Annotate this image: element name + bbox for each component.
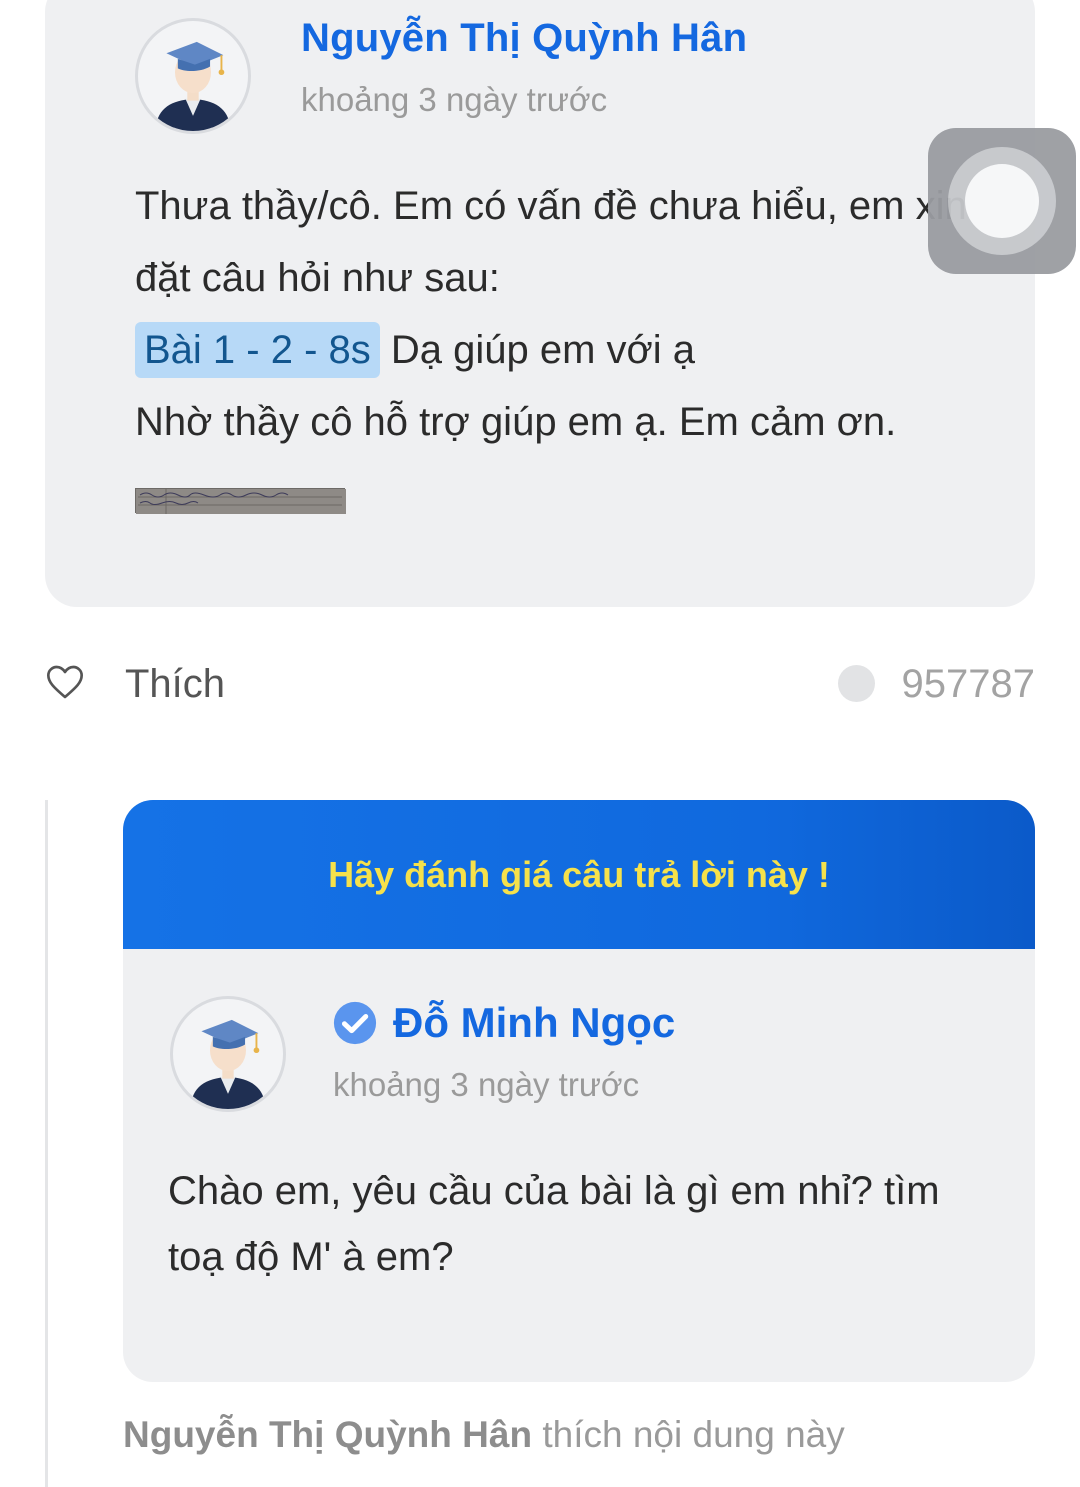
rate-answer-banner[interactable]: Hãy đánh giá câu trả lời này !	[123, 800, 1035, 949]
handwritten-image	[136, 489, 346, 514]
graduate-avatar-icon	[155, 41, 231, 131]
avatar[interactable]	[135, 18, 251, 134]
graduate-avatar-icon	[190, 1019, 266, 1109]
question-body: Thưa thầy/cô. Em có vấn đề chưa hiểu, em…	[135, 170, 995, 458]
answer-card: Hãy đánh giá câu trả lời này ! Đỗ Minh N…	[123, 800, 1035, 1382]
question-line: Nhờ thầy cô hỗ trợ giúp em ạ. Em cảm ơn.	[135, 400, 897, 444]
question-timestamp: khoảng 3 ngày trước	[301, 81, 608, 118]
attachment-image[interactable]	[135, 488, 346, 514]
lesson-tag[interactable]: Bài 1 - 2 - 8s	[135, 322, 380, 378]
heart-icon[interactable]	[45, 662, 85, 702]
liked-by-name[interactable]: Nguyễn Thị Quỳnh Hân	[123, 1414, 532, 1455]
question-author[interactable]: Nguyễn Thị Quỳnh Hân	[301, 16, 747, 61]
liked-by-text: thích nội dung này	[542, 1414, 845, 1455]
avatar[interactable]	[170, 996, 286, 1112]
question-line: Bài 1 - 2 - 8s Dạ giúp em với ạ	[135, 314, 995, 386]
thread-line	[45, 800, 48, 1487]
question-line: Thưa thầy/cô. Em có vấn đề chưa hiểu, em…	[135, 184, 967, 300]
assistive-touch-button[interactable]	[928, 128, 1076, 274]
question-line-text: Dạ giúp em với ạ	[390, 328, 696, 372]
question-card: Nguyễn Thị Quỳnh Hân khoảng 3 ngày trước…	[45, 0, 1035, 607]
answer-timestamp: khoảng 3 ngày trước	[333, 1066, 640, 1103]
view-count-icon	[838, 665, 875, 702]
answer-body: Chào em, yêu cầu của bài là gì em nhỉ? t…	[168, 1169, 940, 1279]
view-count: 957787	[901, 662, 1035, 706]
question-actions: Thích 957787	[45, 660, 1035, 712]
liked-by: Nguyễn Thị Quỳnh Hân thích nội dung này	[123, 1414, 845, 1456]
answer-author[interactable]: Đỗ Minh Ngọc	[393, 999, 675, 1047]
verified-icon	[333, 1001, 377, 1045]
like-button[interactable]: Thích	[125, 662, 225, 707]
